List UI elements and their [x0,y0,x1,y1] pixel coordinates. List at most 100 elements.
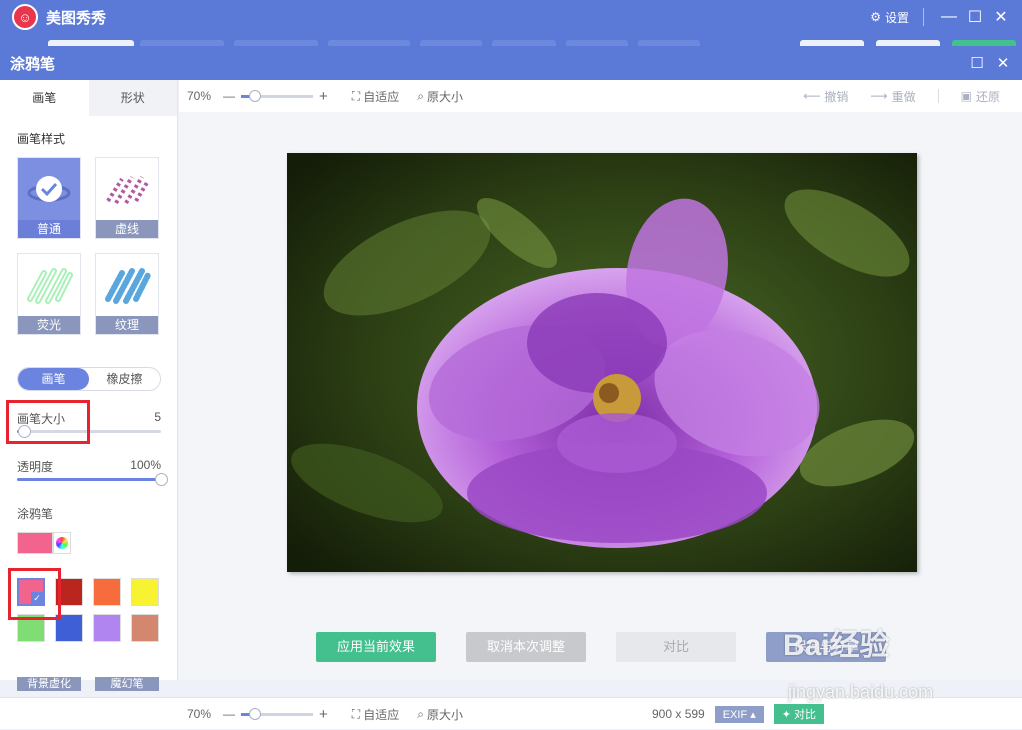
settings-button[interactable]: ⚙ 设置 [870,9,909,26]
status-compare-button[interactable]: ✦ 对比 [773,704,825,724]
status-zoom-slider[interactable] [241,707,314,720]
tool-magic-pen[interactable]: 魔幻笔 [95,677,159,691]
status-original-size-label: 原大小 [426,707,463,722]
mode-brush-button[interactable]: 画笔 [18,368,89,390]
color-swatch[interactable] [131,614,159,642]
brush-fluorescent-preview [18,254,80,316]
exif-button[interactable]: EXIF ▴ [714,705,764,723]
brush-normal[interactable]: 普通 [17,157,81,239]
brush-fluorescent-label: 荧光 [18,316,80,334]
dialog-close-button[interactable]: ✕ [994,54,1012,72]
restore-label: 还原 [975,89,1000,104]
tool-background-blur[interactable]: 背景虚化 [17,677,81,691]
brush-dashed-icon [106,175,150,205]
brush-dashed[interactable]: 虚线 [95,157,159,239]
redo-arrow-icon: ⟶ [870,89,888,103]
opacity-control: 透明度 100% [17,458,168,486]
color-swatch[interactable] [131,578,159,606]
annotation-highlight-size [6,400,90,444]
dialog-controls: ☐ ✕ [968,46,1012,80]
app-title: 美图秀秀 [46,9,107,27]
brush-dashed-preview [96,158,158,220]
opacity-value: 100% [130,458,161,472]
undo-button[interactable]: ⟵ 撤销 [803,88,848,105]
status-compare-label: 对比 [794,709,817,721]
opacity-handle[interactable] [155,473,168,486]
peony-flower-image [287,153,917,572]
color-section-label: 涂鸦笔 [17,507,54,521]
zoom-level: 70% [187,89,212,103]
left-tabs: 画笔 形状 [0,80,177,116]
brush-eraser-toggle: 画笔 橡皮擦 [17,367,161,391]
tab-shape[interactable]: 形状 [88,80,177,116]
photo-peony[interactable] [287,153,917,572]
fit-label: 自适应 [363,89,400,104]
dialog-maximize-button[interactable]: ☐ [968,54,986,72]
opacity-fill [17,478,161,481]
annotation-highlight-color [8,568,61,620]
cancel-adjust-button[interactable]: 取消本次调整 [466,632,586,662]
app-titlebar: ☺ 美图秀秀 ⚙ 设置 — ☐ ✕ [0,0,1022,34]
maximize-button[interactable]: ☐ [962,7,988,27]
zoom-slider[interactable] [241,89,314,102]
app-window: ☺ 美图秀秀 ⚙ 设置 — ☐ ✕ 涂鸦笔 ☐ ✕ 画笔 形状 画笔样式 普通 … [0,0,1022,729]
watermark-url: jingyan.baidu.com [788,682,934,702]
magnifier-icon: ⌕ [417,88,424,103]
brush-texture-label: 纹理 [96,316,158,334]
canvas[interactable] [179,112,1022,680]
titlebar-divider [923,8,924,26]
status-zoom-out-button[interactable]: — [223,707,235,721]
status-fit-label: 自适应 [363,707,400,722]
close-button[interactable]: ✕ [988,7,1014,27]
undo-arrow-icon: ⟵ [803,89,821,103]
original-size-button[interactable]: ⌕ 原大小 [417,88,463,105]
zoom-handle[interactable] [249,89,262,102]
color-swatch[interactable] [93,614,121,642]
status-zoom-level: 70% [187,707,212,721]
app-logo-icon: ☺ [12,4,38,30]
brush-fluorescent[interactable]: 荧光 [17,253,81,335]
image-icon: ▣ [960,89,972,103]
status-zoom-group: 70% — + ⛶ 自适应 ⌕ 原大小 [187,698,463,730]
zoom-in-button[interactable]: + [319,88,328,105]
editor-toolbar: 70% — + ⛶ 自适应 ⌕ 原大小 ⟵ 撤销 ⟶ 重做 ▣ 还原 [179,80,1022,112]
status-zoom-in-button[interactable]: + [319,706,328,723]
current-color-swatch[interactable] [17,532,53,554]
status-original-size-button[interactable]: ⌕ 原大小 [417,706,463,723]
compare-button[interactable]: 对比 [616,632,736,662]
brush-dashed-label: 虚线 [96,220,158,238]
brush-normal-icon [27,176,71,202]
status-fit-button[interactable]: ⛶ 自适应 [352,706,399,723]
brush-texture[interactable]: 纹理 [95,253,159,335]
bottom-tools: 背景虚化 魔幻笔 [17,677,159,691]
zoom-out-button[interactable]: — [223,89,235,103]
opacity-slider[interactable] [17,473,168,486]
brush-texture-icon [105,268,151,304]
gear-icon: ⚙ [870,10,881,24]
original-size-label: 原大小 [426,89,463,104]
dialog-title: 涂鸦笔 [10,55,56,73]
star-icon: ✦ [781,709,791,721]
status-zoom-handle[interactable] [249,707,262,720]
fit-icon: ⛶ [351,88,361,103]
color-swatch[interactable] [93,578,121,606]
fit-button[interactable]: ⛶ 自适应 [352,88,399,105]
restore-button[interactable]: ▣ 还原 [961,88,1000,105]
image-dimensions: 900 x 599 [652,707,705,721]
redo-label: 重做 [891,89,916,104]
tab-strip [0,34,1022,48]
titlebar-controls: ⚙ 设置 — ☐ ✕ [870,0,1014,34]
mode-eraser-button[interactable]: 橡皮擦 [89,368,160,390]
left-panel: 画笔 形状 画笔样式 普通 虚线 荧光 纹理 画笔 橡皮擦 画笔大小 5 透明度… [0,80,178,691]
editor-area: 70% — + ⛶ 自适应 ⌕ 原大小 ⟵ 撤销 ⟶ 重做 ▣ 还原 应用当前效… [179,80,1022,680]
brush-style-label: 画笔样式 [17,132,66,146]
color-picker-button[interactable] [53,532,71,554]
redo-button[interactable]: ⟶ 重做 [870,88,915,105]
minimize-button[interactable]: — [936,8,962,26]
apply-effect-button[interactable]: 应用当前效果 [316,632,436,662]
color-wheel-icon [56,537,68,549]
dialog-header: 涂鸦笔 ☐ ✕ [0,46,1022,80]
tab-brush[interactable]: 画笔 [0,80,89,116]
brush-texture-preview [96,254,158,316]
brush-normal-label: 普通 [18,220,80,238]
